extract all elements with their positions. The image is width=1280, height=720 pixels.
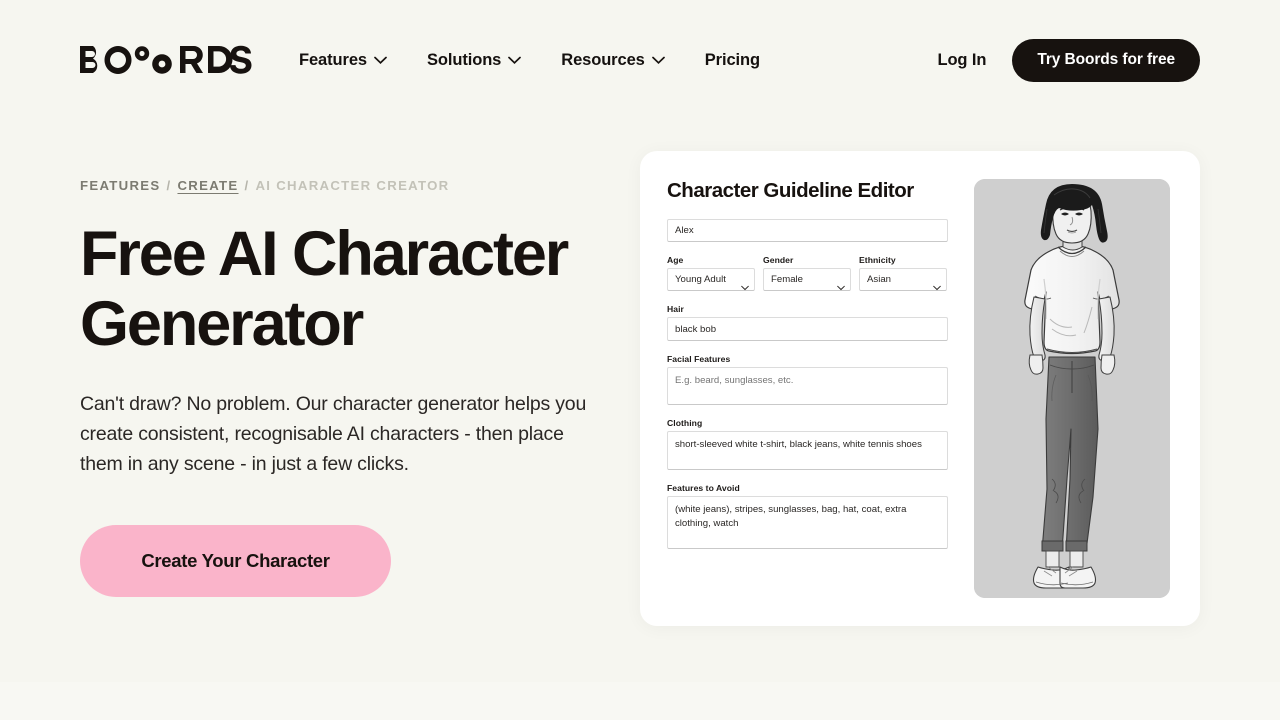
chevron-down-icon	[508, 56, 522, 64]
main-navigation: Features Solutions Resources Pricing	[299, 51, 760, 70]
page-lower-band	[0, 682, 1280, 720]
ethnicity-select-wrapper: Asian	[859, 268, 947, 291]
facial-features-label: Facial Features	[667, 354, 731, 364]
nav-item-pricing[interactable]: Pricing	[705, 51, 760, 70]
age-field-group: Age Young Adult	[667, 255, 755, 291]
features-to-avoid-textarea[interactable]	[667, 496, 948, 549]
gender-select-wrapper: Female	[763, 268, 851, 291]
editor-title: Character Guideline Editor	[667, 179, 914, 202]
chevron-down-icon	[651, 56, 665, 64]
age-label: Age	[667, 255, 684, 265]
age-select-wrapper: Young Adult	[667, 268, 755, 291]
site-header: Features Solutions Resources Pricing Log…	[0, 0, 1280, 120]
breadcrumb-separator: /	[244, 178, 250, 193]
page-title: Free AI Character Generator	[80, 219, 569, 359]
breadcrumb-item-create[interactable]: CREATE	[177, 178, 238, 193]
facial-features-textarea[interactable]	[667, 367, 948, 405]
nav-label-solutions: Solutions	[426, 50, 502, 69]
breadcrumb: FEATURES / CREATE / AI CHARACTER CREATOR	[80, 178, 610, 193]
character-guideline-editor-card: Character Guideline Editor Age Young Adu…	[640, 151, 1200, 626]
character-name-input[interactable]	[667, 219, 948, 242]
breadcrumb-separator: /	[166, 178, 172, 193]
gender-field-group: Gender Female	[763, 255, 851, 291]
attributes-row: Age Young Adult Gender Female Ethnicity …	[667, 255, 948, 291]
breadcrumb-item-current: AI CHARACTER CREATOR	[255, 178, 450, 193]
nav-item-features[interactable]: Features	[299, 51, 387, 70]
clothing-textarea[interactable]	[667, 431, 948, 470]
breadcrumb-item-features[interactable]: FEATURES	[80, 178, 161, 193]
login-link[interactable]: Log In	[937, 51, 986, 70]
header-actions: Log In Try Boords for free	[937, 38, 1200, 82]
nav-label-resources: Resources	[561, 50, 645, 69]
page-root: Features Solutions Resources Pricing Log…	[0, 0, 1280, 720]
hero-left-column: FEATURES / CREATE / AI CHARACTER CREATOR…	[80, 178, 610, 597]
try-boords-free-button[interactable]: Try Boords for free	[1012, 38, 1200, 82]
ethnicity-label: Ethnicity	[859, 255, 896, 265]
hair-input[interactable]	[667, 317, 948, 341]
editor-form: Character Guideline Editor Age Young Adu…	[667, 179, 948, 598]
gender-select[interactable]: Female	[763, 268, 851, 291]
chevron-down-icon	[374, 56, 387, 64]
ethnicity-field-group: Ethnicity Asian	[859, 255, 947, 291]
clothing-label: Clothing	[667, 418, 703, 428]
nav-item-resources[interactable]: Resources	[561, 50, 665, 70]
nav-label-features: Features	[299, 50, 367, 69]
gender-label: Gender	[763, 255, 794, 265]
hair-label: Hair	[667, 304, 684, 314]
hero-description: Can't draw? No problem. Our character ge…	[80, 393, 587, 475]
nav-item-solutions[interactable]: Solutions	[426, 50, 522, 70]
character-preview-illustration	[974, 179, 1170, 598]
boords-logo-icon	[80, 45, 252, 74]
boords-logo[interactable]	[80, 43, 252, 77]
ethnicity-select[interactable]: Asian	[859, 268, 947, 291]
age-select[interactable]: Young Adult	[667, 268, 755, 291]
character-preview-panel	[974, 179, 1170, 598]
nav-label-pricing: Pricing	[704, 50, 760, 69]
features-to-avoid-label: Features to Avoid	[667, 483, 740, 493]
create-your-character-button[interactable]: Create Your Character	[80, 525, 391, 597]
